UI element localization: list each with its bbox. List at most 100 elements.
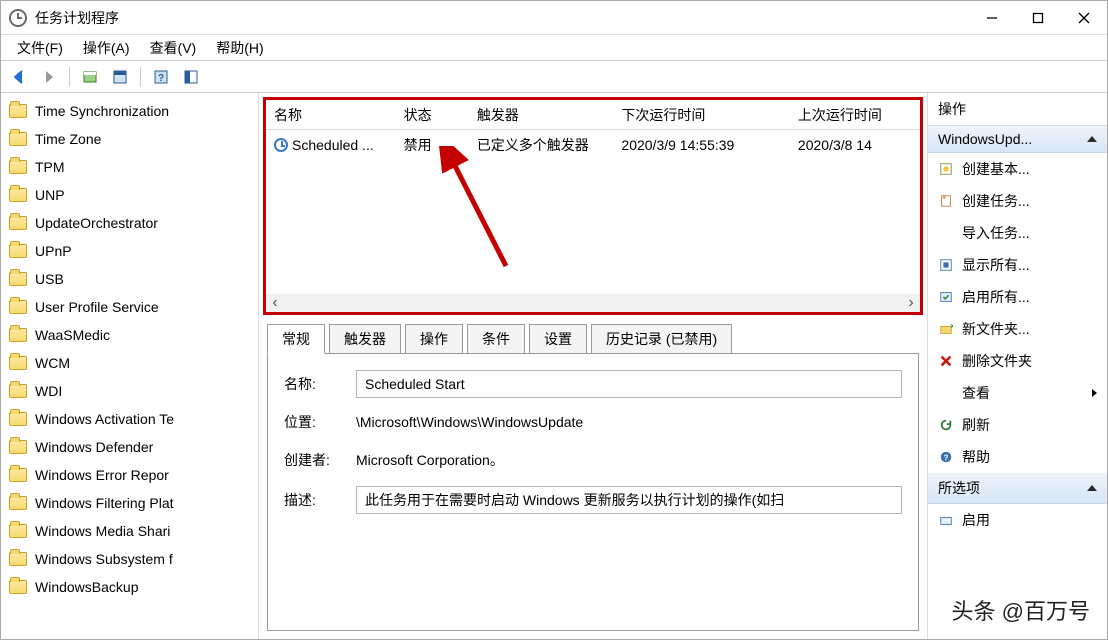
action-item[interactable]: 删除文件夹 xyxy=(928,345,1107,377)
folder-icon xyxy=(9,244,27,258)
tab-conditions[interactable]: 条件 xyxy=(467,324,525,354)
toolbar-separator xyxy=(69,67,70,87)
tree-item[interactable]: TPM xyxy=(1,153,258,181)
nav-back-button[interactable] xyxy=(5,65,33,89)
tab-triggers[interactable]: 触发器 xyxy=(329,324,401,354)
action-icon xyxy=(938,417,954,433)
field-author: Microsoft Corporation。 xyxy=(356,446,902,474)
action-item[interactable]: 创建任务... xyxy=(928,185,1107,217)
actions-group-label: WindowsUpd... xyxy=(938,131,1032,147)
app-window: 任务计划程序 文件(F) 操作(A) 查看(V) 帮助(H) ? Time Sy… xyxy=(0,0,1108,640)
tab-operations[interactable]: 操作 xyxy=(405,324,463,354)
collapse-up-icon xyxy=(1087,136,1097,142)
task-row[interactable]: Scheduled ... 禁用 已定义多个触发器 2020/3/9 14:55… xyxy=(266,130,920,160)
action-icon xyxy=(938,193,954,209)
center-pane: 名称 状态 触发器 下次运行时间 上次运行时间 Scheduled ... 禁用… xyxy=(259,93,927,639)
action-label: 新文件夹... xyxy=(962,319,1030,339)
nav-forward-button[interactable] xyxy=(35,65,63,89)
menu-action[interactable]: 操作(A) xyxy=(73,36,140,60)
tab-settings[interactable]: 设置 xyxy=(529,324,587,354)
tree-item[interactable]: User Profile Service xyxy=(1,293,258,321)
action-item[interactable]: 创建基本... xyxy=(928,153,1107,185)
scroll-left-icon[interactable]: ‹ xyxy=(266,294,284,312)
toolbar: ? xyxy=(1,61,1107,93)
tree-item-label: Windows Subsystem f xyxy=(35,551,173,567)
actions-group-header[interactable]: WindowsUpd... xyxy=(928,126,1107,153)
tree-item[interactable]: Time Zone xyxy=(1,125,258,153)
action-item[interactable]: 启用 xyxy=(928,504,1107,536)
folder-icon xyxy=(9,580,27,594)
label-location: 位置: xyxy=(284,412,356,432)
action-label: 查看 xyxy=(962,383,990,403)
menu-file[interactable]: 文件(F) xyxy=(7,36,73,60)
tree-item-label: WaaSMedic xyxy=(35,327,110,343)
col-last-run[interactable]: 上次运行时间 xyxy=(798,105,920,125)
help-button[interactable]: ? xyxy=(147,65,175,89)
field-name[interactable]: Scheduled Start xyxy=(356,370,902,398)
folder-icon xyxy=(9,216,27,230)
tab-general[interactable]: 常规 xyxy=(267,324,325,354)
col-name[interactable]: 名称 xyxy=(274,105,404,125)
tree-item[interactable]: WindowsBackup xyxy=(1,573,258,601)
svg-text:?: ? xyxy=(944,454,949,463)
collapse-up-icon xyxy=(1087,485,1097,491)
show-hide-button[interactable] xyxy=(106,65,134,89)
properties-button[interactable] xyxy=(76,65,104,89)
task-list-body: Scheduled ... 禁用 已定义多个触发器 2020/3/9 14:55… xyxy=(266,130,920,294)
maximize-button[interactable] xyxy=(1015,1,1061,34)
label-name: 名称: xyxy=(284,374,356,394)
tab-history[interactable]: 历史记录 (已禁用) xyxy=(591,324,732,354)
tree-item[interactable]: UPnP xyxy=(1,237,258,265)
action-item[interactable]: 显示所有... xyxy=(928,249,1107,281)
tree-item[interactable]: WCM xyxy=(1,349,258,377)
tree-item[interactable]: Windows Defender xyxy=(1,433,258,461)
tree-item[interactable]: Windows Subsystem f xyxy=(1,545,258,573)
tree-item[interactable]: UpdateOrchestrator xyxy=(1,209,258,237)
tree-item[interactable]: Windows Media Shari xyxy=(1,517,258,545)
scroll-track[interactable] xyxy=(284,294,902,312)
col-status[interactable]: 状态 xyxy=(404,105,477,125)
actions-selected-header[interactable]: 所选项 xyxy=(928,473,1107,504)
action-label: 启用所有... xyxy=(962,287,1030,307)
action-item[interactable]: 查看 xyxy=(928,377,1107,409)
action-item[interactable]: ?帮助 xyxy=(928,441,1107,473)
label-description: 描述: xyxy=(284,490,356,510)
nav-tree[interactable]: Time SynchronizationTime ZoneTPMUNPUpdat… xyxy=(1,93,259,639)
tree-item-label: Windows Activation Te xyxy=(35,411,174,427)
actions-selected-label: 所选项 xyxy=(938,478,980,498)
action-item[interactable]: 启用所有... xyxy=(928,281,1107,313)
watermark: 头条 @百万号 xyxy=(952,594,1090,626)
field-location: \Microsoft\Windows\WindowsUpdate xyxy=(356,410,902,434)
minimize-button[interactable] xyxy=(969,1,1015,34)
tree-item[interactable]: WaaSMedic xyxy=(1,321,258,349)
tree-item[interactable]: Windows Error Repor xyxy=(1,461,258,489)
scroll-right-icon[interactable]: › xyxy=(902,294,920,312)
col-next-run[interactable]: 下次运行时间 xyxy=(621,105,798,125)
tree-item[interactable]: Time Synchronization xyxy=(1,97,258,125)
folder-icon xyxy=(9,300,27,314)
action-icon xyxy=(938,225,954,241)
tree-item[interactable]: Windows Filtering Plat xyxy=(1,489,258,517)
col-trigger[interactable]: 触发器 xyxy=(477,105,622,125)
task-status: 禁用 xyxy=(404,135,477,155)
panel-button[interactable] xyxy=(177,65,205,89)
submenu-caret-icon xyxy=(1092,389,1097,397)
tree-item[interactable]: WDI xyxy=(1,377,258,405)
folder-icon xyxy=(9,384,27,398)
tree-item[interactable]: USB xyxy=(1,265,258,293)
close-button[interactable] xyxy=(1061,1,1107,34)
action-item[interactable]: 导入任务... xyxy=(928,217,1107,249)
action-item[interactable]: ＊新文件夹... xyxy=(928,313,1107,345)
folder-icon xyxy=(9,412,27,426)
menu-view[interactable]: 查看(V) xyxy=(140,36,207,60)
tree-item[interactable]: UNP xyxy=(1,181,258,209)
field-description[interactable]: 此任务用于在需要时启动 Windows 更新服务以执行计划的操作(如扫 xyxy=(356,486,902,514)
titlebar: 任务计划程序 xyxy=(1,1,1107,35)
menu-help[interactable]: 帮助(H) xyxy=(206,36,273,60)
tree-item-label: Windows Media Shari xyxy=(35,523,170,539)
horizontal-scrollbar[interactable]: ‹ › xyxy=(266,294,920,312)
folder-icon xyxy=(9,524,27,538)
folder-icon xyxy=(9,132,27,146)
tree-item[interactable]: Windows Activation Te xyxy=(1,405,258,433)
action-item[interactable]: 刷新 xyxy=(928,409,1107,441)
